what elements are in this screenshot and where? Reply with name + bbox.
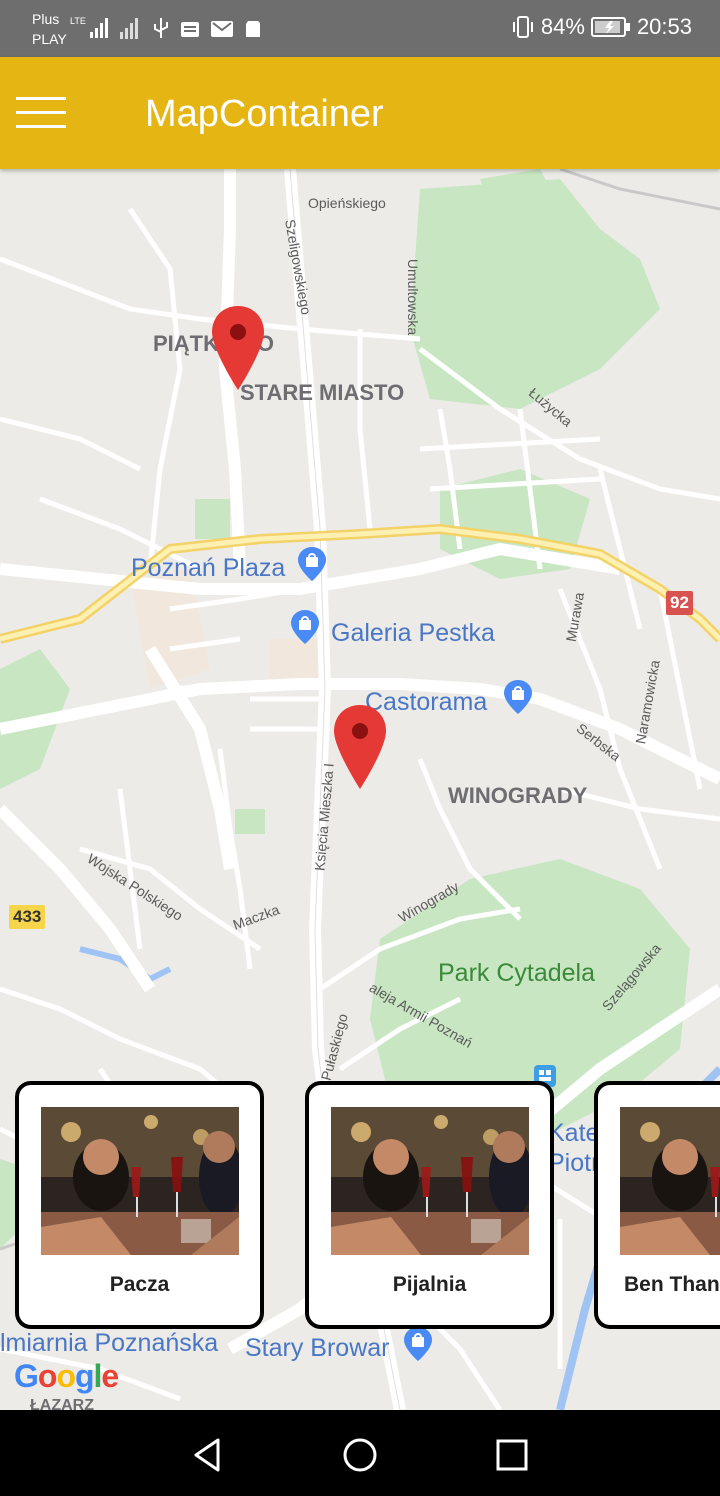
gmail-icon <box>211 21 233 37</box>
poi-label[interactable]: lmiarnia Poznańska <box>0 1329 218 1358</box>
shopping-pin-icon[interactable] <box>291 610 319 644</box>
poi-label[interactable]: Stary Browar <box>245 1334 389 1363</box>
poi-label[interactable]: Poznań Plaza <box>131 554 285 583</box>
route-shield: 92 <box>666 591 693 615</box>
place-photo <box>41 1107 239 1255</box>
sd-card-icon <box>246 21 260 37</box>
menu-icon[interactable] <box>16 97 66 131</box>
shopping-pin-icon[interactable] <box>404 1327 432 1361</box>
google-logo: Google <box>14 1358 119 1394</box>
poi-label[interactable]: Galeria Pestka <box>331 619 495 648</box>
recents-icon[interactable] <box>487 1430 537 1480</box>
svg-text:LTE: LTE <box>70 16 86 26</box>
place-name: Pacza <box>109 1273 170 1296</box>
carrier-line-1: Plus <box>32 11 60 27</box>
message-icon <box>181 22 199 37</box>
district-label: ŁAZARZ <box>30 1397 94 1410</box>
poi-label[interactable]: Piotr <box>548 1149 599 1178</box>
district-label: WINOGRADY <box>448 783 588 808</box>
shopping-pin-icon[interactable] <box>504 680 532 714</box>
usb-icon <box>154 18 168 38</box>
back-icon[interactable] <box>183 1430 233 1480</box>
status-bar: Plus PLAY LTE 84% 20:53 <box>0 0 720 57</box>
place-photo <box>620 1107 720 1255</box>
place-card[interactable]: Pijalnia <box>305 1081 554 1329</box>
place-name: Ben Than <box>624 1273 720 1296</box>
shopping-pin-icon[interactable] <box>298 547 326 581</box>
status-icons-left: LTE <box>70 14 262 40</box>
location-marker-icon[interactable] <box>334 705 386 789</box>
route-shield: 433 <box>9 905 46 929</box>
location-marker-icon[interactable] <box>212 306 264 390</box>
carrier-label: Plus PLAY <box>32 9 67 49</box>
battery-percent: 84% <box>540 14 585 39</box>
street-label: Opieńskiego <box>308 195 386 211</box>
battery-charging-icon <box>590 17 630 37</box>
place-name: Pijalnia <box>392 1273 467 1296</box>
vibrate-icon <box>512 16 533 38</box>
home-icon[interactable] <box>335 1430 385 1480</box>
place-card[interactable]: Pacza <box>15 1081 264 1329</box>
street-label: Umultowska <box>405 258 422 336</box>
carrier-line-2: PLAY <box>32 31 67 47</box>
place-photo <box>331 1107 529 1255</box>
page-title: MapContainer <box>145 93 384 135</box>
status-icons-right: 84% 20:53 <box>511 14 692 40</box>
lte-signal-icon: LTE <box>70 16 108 38</box>
park-label: Park Cytadela <box>438 959 596 987</box>
place-card[interactable]: Ben Than <box>594 1081 720 1329</box>
district-label: STARE MIASTO <box>240 380 405 405</box>
signal-icon <box>120 18 138 39</box>
app-bar: MapContainer <box>0 57 720 169</box>
navigation-bar <box>0 1410 720 1496</box>
clock: 20:53 <box>636 14 692 39</box>
